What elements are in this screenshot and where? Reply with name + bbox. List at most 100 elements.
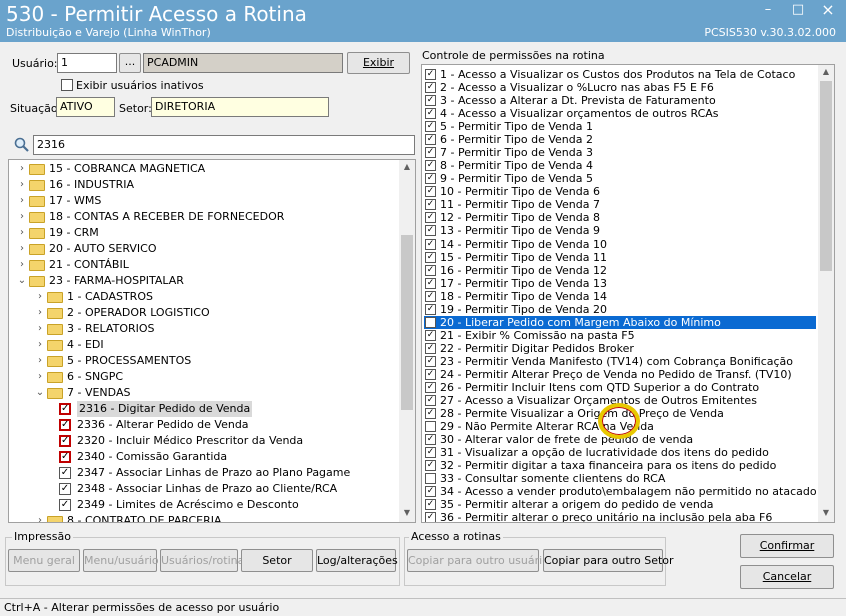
permission-item[interactable]: ✓ 9 - Permitir Tipo de Venda 5 (424, 172, 816, 185)
permission-item[interactable]: ✓ 2 - Acesso a Visualizar o %Lucro nas ab… (424, 81, 816, 94)
expand-icon[interactable]: › (17, 257, 27, 273)
tree-folder-item[interactable]: › 4 - EDI (9, 337, 401, 353)
tree-folder-item[interactable]: › 20 - AUTO SERVICO (9, 241, 401, 257)
scroll-up-icon[interactable]: ▲ (818, 67, 834, 76)
routine-checkbox[interactable]: ✓ (59, 451, 71, 463)
tree-routine-item[interactable]: ✓ 2349 - Limites de Acréscimo e Desconto (9, 497, 401, 513)
permission-item[interactable]: ✓ 10 - Permitir Tipo de Venda 6 (424, 185, 816, 198)
permission-checkbox[interactable]: ✓ (425, 69, 436, 80)
permission-item[interactable]: ✓ 24 - Permitir Alterar Preço de Venda no… (424, 368, 816, 381)
permission-checkbox[interactable]: ✓ (425, 147, 436, 159)
expand-icon[interactable]: › (35, 369, 45, 385)
permission-item[interactable]: ✓ 16 - Permitir Tipo de Venda 12 (424, 264, 816, 277)
permission-item[interactable]: ✓ 13 - Permitir Tipo de Venda 9 (424, 224, 816, 237)
permission-item[interactable]: ✓ 5 - Permitir Tipo de Venda 1 (424, 120, 816, 133)
tree-folder-item[interactable]: › 15 - COBRANCA MAGNETICA (9, 161, 401, 177)
permission-item[interactable]: ✓ 31 - Visualizar a opção de lucratividad… (424, 446, 816, 459)
tree-folder-item[interactable]: › 5 - PROCESSAMENTOS (9, 353, 401, 369)
permission-item[interactable]: ✓ 17 - Permitir Tipo de Venda 13 (424, 277, 816, 290)
search-input[interactable]: 2316 (33, 135, 415, 155)
tree-folder-item[interactable]: ⌄ 23 - FARMA-HOSPITALAR (9, 273, 401, 289)
log-alteracoes-button[interactable]: Log/alterações (316, 549, 398, 572)
collapse-icon[interactable]: ⌄ (35, 385, 45, 401)
permission-checkbox[interactable]: ✓ (425, 264, 436, 276)
permission-item[interactable]: ✓ 32 - Permitir digitar a taxa financeira… (424, 459, 816, 472)
permission-checkbox[interactable]: ✓ (425, 512, 436, 522)
routine-checkbox[interactable]: ✓ (59, 403, 71, 415)
permission-checkbox[interactable]: ✓ (425, 368, 436, 380)
permission-checkbox[interactable]: ✓ (425, 121, 436, 133)
permission-item[interactable]: ✓ 4 - Acesso a Visualizar orçamentos de o… (424, 107, 816, 120)
tree-folder-item[interactable]: › 3 - RELATORIOS (9, 321, 401, 337)
tree-folder-item[interactable]: ⌄ 7 - VENDAS (9, 385, 401, 401)
expand-icon[interactable]: › (17, 225, 27, 241)
routine-checkbox[interactable]: ✓ (59, 419, 71, 431)
collapse-icon[interactable]: ⌄ (17, 273, 27, 289)
permission-item[interactable]: ✓ 14 - Permitir Tipo de Venda 10 (424, 238, 816, 251)
permission-checkbox[interactable]: ✓ (425, 212, 436, 224)
permissions-list[interactable]: ✓ 1 - Acesso a Visualizar os Custos dos P… (421, 64, 835, 523)
permission-item[interactable]: ✓ 22 - Permitir Digitar Pedidos Broker (424, 342, 816, 355)
tree-folder-item[interactable]: › 1 - CADASTROS (9, 289, 401, 305)
expand-icon[interactable]: › (35, 513, 45, 522)
confirmar-button[interactable]: Confirmar (740, 534, 834, 558)
permission-checkbox[interactable]: ✓ (425, 329, 436, 341)
expand-icon[interactable]: › (17, 209, 27, 225)
browse-user-button[interactable]: ... (119, 53, 141, 73)
permission-item[interactable]: ✓ 23 - Permitir Venda Manifesto (TV14) co… (424, 355, 816, 368)
permission-checkbox[interactable]: ✓ (425, 434, 436, 446)
tree-routine-item[interactable]: ✓ 2347 - Associar Linhas de Prazo ao Plan… (9, 465, 401, 481)
scroll-down-icon[interactable]: ▼ (818, 508, 834, 517)
tree-routine-item[interactable]: ✓ 2336 - Alterar Pedido de Venda (9, 417, 401, 433)
tree-folder-item[interactable]: › 2 - OPERADOR LOGISTICO (9, 305, 401, 321)
permission-item[interactable]: ✓ 11 - Permitir Tipo de Venda 7 (424, 198, 816, 211)
expand-icon[interactable]: › (35, 289, 45, 305)
permission-checkbox[interactable]: ✓ (425, 447, 436, 459)
expand-icon[interactable]: › (17, 161, 27, 177)
tree-folder-item[interactable]: › 8 - CONTRATO DE PARCERIA (9, 513, 401, 522)
permission-item[interactable]: ✓ 26 - Permitir Incluir Itens com QTD Sup… (424, 381, 816, 394)
menu-geral-button[interactable]: Menu geral (8, 549, 80, 572)
routine-checkbox[interactable]: ✓ (59, 435, 71, 447)
permission-checkbox[interactable]: ✓ (425, 199, 436, 211)
routine-checkbox[interactable]: ✓ (59, 483, 71, 495)
permission-checkbox[interactable]: ✓ (425, 82, 436, 94)
permission-checkbox[interactable]: ✓ (425, 460, 436, 472)
copiar-usuario-button[interactable]: Copiar para outro usuário (407, 549, 549, 572)
permission-checkbox[interactable]: ✓ (425, 381, 436, 393)
menu-usuario-button[interactable]: Menu/usuário (83, 549, 159, 572)
permission-checkbox[interactable]: ✓ (425, 238, 436, 250)
tree-folder-item[interactable]: › 21 - CONTÁBIL (9, 257, 401, 273)
expand-icon[interactable]: › (35, 353, 45, 369)
minimize-button[interactable]: – (756, 1, 780, 19)
permission-checkbox[interactable]: ✓ (425, 160, 436, 172)
tree-folder-item[interactable]: › 18 - CONTAS A RECEBER DE FORNECEDOR (9, 209, 401, 225)
permission-item[interactable]: 20 - Liberar Pedido com Margem Abaixo do… (424, 315, 816, 329)
permission-item[interactable]: ✓ 6 - Permitir Tipo de Venda 2 (424, 133, 816, 146)
tree-routine-item[interactable]: ✓ 2316 - Digitar Pedido de Venda (9, 401, 401, 417)
routine-checkbox[interactable]: ✓ (59, 499, 71, 511)
permissions-scrollbar[interactable]: ▲ ▼ (818, 65, 834, 522)
permission-checkbox[interactable] (425, 473, 436, 485)
permission-item[interactable]: ✓ 12 - Permitir Tipo de Venda 8 (424, 211, 816, 224)
inactive-users-checkbox[interactable] (61, 79, 73, 91)
expand-icon[interactable]: › (35, 321, 45, 337)
tree-folder-item[interactable]: › 19 - CRM (9, 225, 401, 241)
tree-routine-item[interactable]: ✓ 2348 - Associar Linhas de Prazo ao Clie… (9, 481, 401, 497)
usuarios-rotina-button[interactable]: Usuários/rotina (160, 549, 244, 572)
permission-item[interactable]: ✓ 3 - Acesso a Alterar a Dt. Prevista de … (424, 94, 816, 107)
copiar-setor-button[interactable]: Copiar para outro Setor (543, 549, 674, 572)
exibir-button[interactable]: Exibir (347, 52, 410, 74)
scroll-thumb[interactable] (401, 235, 413, 410)
tree-routine-item[interactable]: ✓ 2340 - Comissão Garantida (9, 449, 401, 465)
permission-checkbox[interactable]: ✓ (425, 277, 436, 289)
tree-folder-item[interactable]: › 16 - INDUSTRIA (9, 177, 401, 193)
scroll-down-icon[interactable]: ▼ (399, 508, 415, 517)
scroll-up-icon[interactable]: ▲ (399, 162, 415, 171)
permission-checkbox[interactable] (425, 316, 436, 328)
scroll-thumb[interactable] (820, 81, 832, 271)
expand-icon[interactable]: › (35, 337, 45, 353)
permission-checkbox[interactable] (425, 421, 436, 433)
permission-item[interactable]: ✓ 34 - Acesso a vender produto\embalagem … (424, 485, 817, 498)
permission-checkbox[interactable]: ✓ (425, 395, 436, 406)
